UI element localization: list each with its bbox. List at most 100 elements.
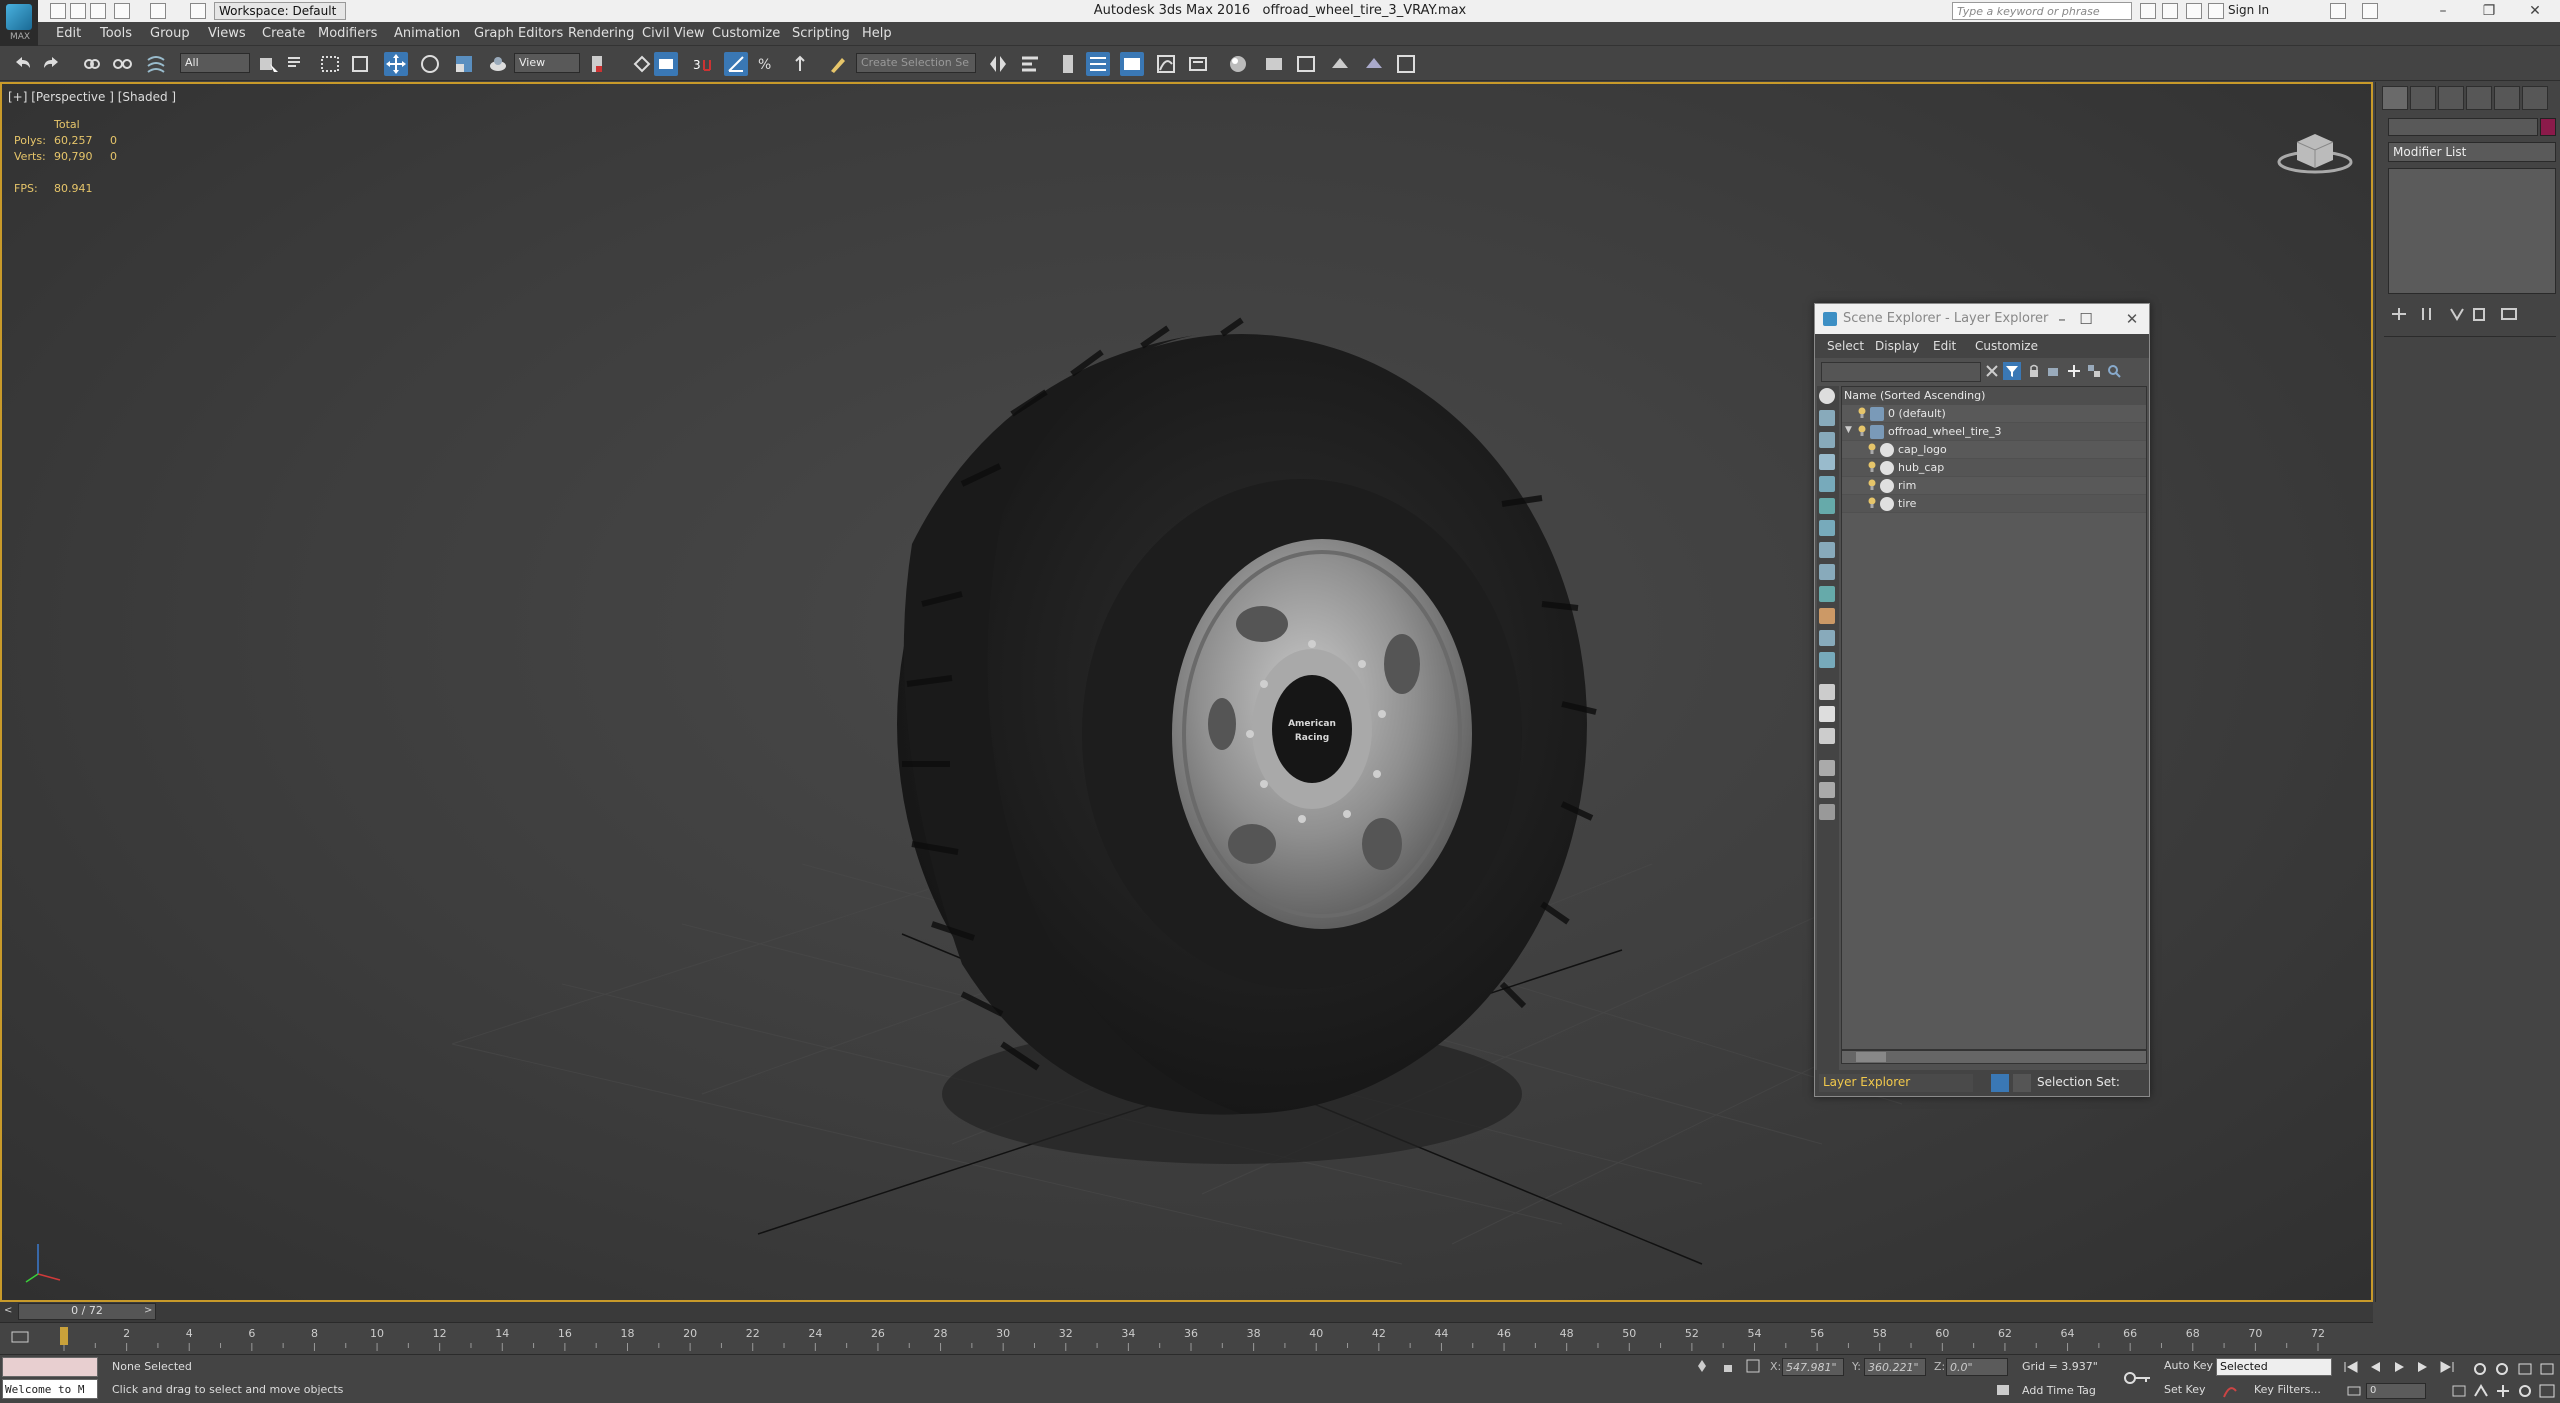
layer-row[interactable]: 0 (default) <box>1842 405 2146 423</box>
expand-arrow-icon[interactable]: ▼ <box>1845 425 1852 435</box>
se-horizontal-scrollbar[interactable] <box>1841 1050 2147 1064</box>
y-coord-field[interactable]: 360.221" <box>1864 1358 1926 1376</box>
se-close-button[interactable]: ✕ <box>2121 308 2143 330</box>
display-xrefs-icon[interactable] <box>1819 564 1835 580</box>
zoom-extents-all-icon[interactable] <box>2538 1361 2556 1377</box>
display-groups-icon[interactable] <box>1819 542 1835 558</box>
render-activeshade-icon[interactable] <box>1394 52 1418 76</box>
layer-explorer-mode-icon[interactable] <box>1991 1074 2009 1092</box>
filter-funnel-icon[interactable] <box>1819 760 1835 776</box>
modifier-list-dropdown[interactable]: Modifier List <box>2388 142 2556 162</box>
modifier-stack[interactable] <box>2388 168 2556 294</box>
zoom-extents-icon[interactable] <box>2516 1361 2534 1377</box>
light-bulb-icon[interactable] <box>1868 479 1876 491</box>
display-helpers-icon[interactable] <box>1819 498 1835 514</box>
prev-key-icon[interactable] <box>2366 1359 2384 1375</box>
display-frozen-icon[interactable] <box>1819 630 1835 646</box>
hierarchy-tab-icon[interactable] <box>2438 86 2464 110</box>
pan-icon[interactable] <box>2494 1383 2512 1399</box>
object-row[interactable]: rim <box>1842 477 2146 495</box>
configure-modifier-sets-icon[interactable] <box>2498 304 2520 324</box>
user-icon[interactable] <box>2208 3 2224 19</box>
x-coord-field[interactable]: 547.981" <box>1782 1358 1844 1376</box>
angle-snap-icon[interactable] <box>724 52 748 76</box>
binoculars-icon[interactable] <box>2140 3 2156 19</box>
zoom-all-icon[interactable] <box>2494 1361 2512 1377</box>
pivot-center-icon[interactable] <box>586 52 610 76</box>
pin-stack-icon[interactable] <box>2388 304 2410 324</box>
render-production-icon[interactable] <box>1328 52 1352 76</box>
key-selection-dropdown[interactable]: Selected <box>2216 1358 2332 1376</box>
window-crossing-icon[interactable] <box>348 52 372 76</box>
menu-group[interactable]: Group <box>150 26 190 41</box>
object-name-input[interactable] <box>2388 118 2538 136</box>
layer-manager-icon[interactable] <box>1056 52 1080 76</box>
auto-key-button[interactable]: Auto Key <box>2164 1359 2213 1372</box>
ref-coord-dropdown[interactable]: View <box>514 53 580 73</box>
menu-rendering[interactable]: Rendering <box>568 26 634 41</box>
set-key-button[interactable]: Set Key <box>2164 1383 2206 1396</box>
render-setup-icon[interactable] <box>1262 52 1286 76</box>
material-editor-icon[interactable] <box>1226 52 1250 76</box>
display-lights-icon[interactable] <box>1819 454 1835 470</box>
maxscript-listener-input[interactable] <box>2 1357 98 1377</box>
selection-lock-icon[interactable] <box>1722 1359 1734 1373</box>
selection-filter-dropdown[interactable]: All <box>180 53 250 73</box>
select-by-name-icon[interactable] <box>284 52 308 76</box>
scene-explorer-titlebar[interactable]: Scene Explorer - Layer Explorer – ☐ ✕ <box>1815 304 2149 334</box>
time-tag-icon[interactable] <box>1996 1383 2010 1397</box>
display-hidden-icon[interactable] <box>1819 652 1835 668</box>
se-menu-edit[interactable]: Edit <box>1933 339 1956 353</box>
filter-options-icon[interactable] <box>1819 782 1835 798</box>
bind-spacewarp-icon[interactable] <box>144 52 168 76</box>
exchange-icon[interactable] <box>2330 3 2346 19</box>
object-color-swatch[interactable] <box>2540 118 2556 136</box>
motion-tab-icon[interactable] <box>2466 86 2492 110</box>
rendered-frame-window-icon[interactable] <box>1294 52 1318 76</box>
key-filters-button[interactable]: Key Filters... <box>2254 1383 2321 1396</box>
object-row[interactable]: hub_cap <box>1842 459 2146 477</box>
search-input[interactable]: Type a keyword or phrase <box>1952 2 2132 20</box>
current-frame-marker[interactable] <box>60 1327 68 1345</box>
zoom-icon[interactable] <box>2472 1361 2490 1377</box>
select-place-icon[interactable] <box>486 52 510 76</box>
se-menu-select[interactable]: Select <box>1827 339 1864 353</box>
display-all-icon[interactable] <box>1819 684 1835 700</box>
goto-start-icon[interactable] <box>2342 1359 2360 1375</box>
close-button[interactable]: ✕ <box>2512 0 2558 22</box>
mirror-icon[interactable] <box>986 52 1010 76</box>
z-coord-field[interactable]: 0.0" <box>1946 1358 2008 1376</box>
viewcube-icon[interactable] <box>2275 118 2355 178</box>
scene-tree[interactable]: Name (Sorted Ascending) 0 (default) ▼ of… <box>1841 386 2147 1050</box>
current-frame-field[interactable]: 0 <box>2366 1383 2426 1399</box>
menu-edit[interactable]: Edit <box>56 26 81 41</box>
orbit-icon[interactable] <box>2516 1383 2534 1399</box>
create-layer-icon[interactable] <box>2045 362 2063 380</box>
object-row[interactable]: cap_logo <box>1842 441 2146 459</box>
curve-editor-icon[interactable] <box>1154 52 1178 76</box>
select-children-icon[interactable] <box>2085 362 2103 380</box>
track-bar[interactable]: 0246810121416182022242628303234363840424… <box>0 1322 2373 1354</box>
se-menu-display[interactable]: Display <box>1875 339 1919 353</box>
schematic-view-icon[interactable] <box>1186 52 1210 76</box>
se-minimize-button[interactable]: – <box>2051 308 2073 330</box>
maximize-viewport-icon[interactable] <box>2538 1383 2556 1399</box>
prev-frame-icon[interactable]: < <box>4 1305 12 1316</box>
default-tangent-icon[interactable] <box>2222 1383 2238 1399</box>
display-containers-icon[interactable] <box>1819 608 1835 624</box>
scale-icon[interactable] <box>452 52 476 76</box>
utilities-tab-icon[interactable] <box>2522 86 2548 110</box>
viewport-label[interactable]: [+] [Perspective ] [Shaded ] <box>8 90 176 104</box>
percent-snap-icon[interactable]: % <box>754 52 778 76</box>
absolute-mode-icon[interactable] <box>1746 1359 1760 1373</box>
minimize-button[interactable]: – <box>2420 0 2466 22</box>
explorer-type-dropdown[interactable]: Layer Explorer <box>1819 1074 1973 1092</box>
se-menu-customize[interactable]: Customize <box>1975 339 2038 353</box>
display-tab-icon[interactable] <box>2494 86 2520 110</box>
mini-curve-editor-icon[interactable] <box>10 1329 30 1345</box>
layer-row[interactable]: ▼ offroad_wheel_tire_3 <box>1842 423 2146 441</box>
favorites-icon[interactable] <box>2186 3 2202 19</box>
display-spacewarps-icon[interactable] <box>1819 520 1835 536</box>
next-frame-icon[interactable]: > <box>144 1305 152 1316</box>
menu-scripting[interactable]: Scripting <box>792 26 850 41</box>
